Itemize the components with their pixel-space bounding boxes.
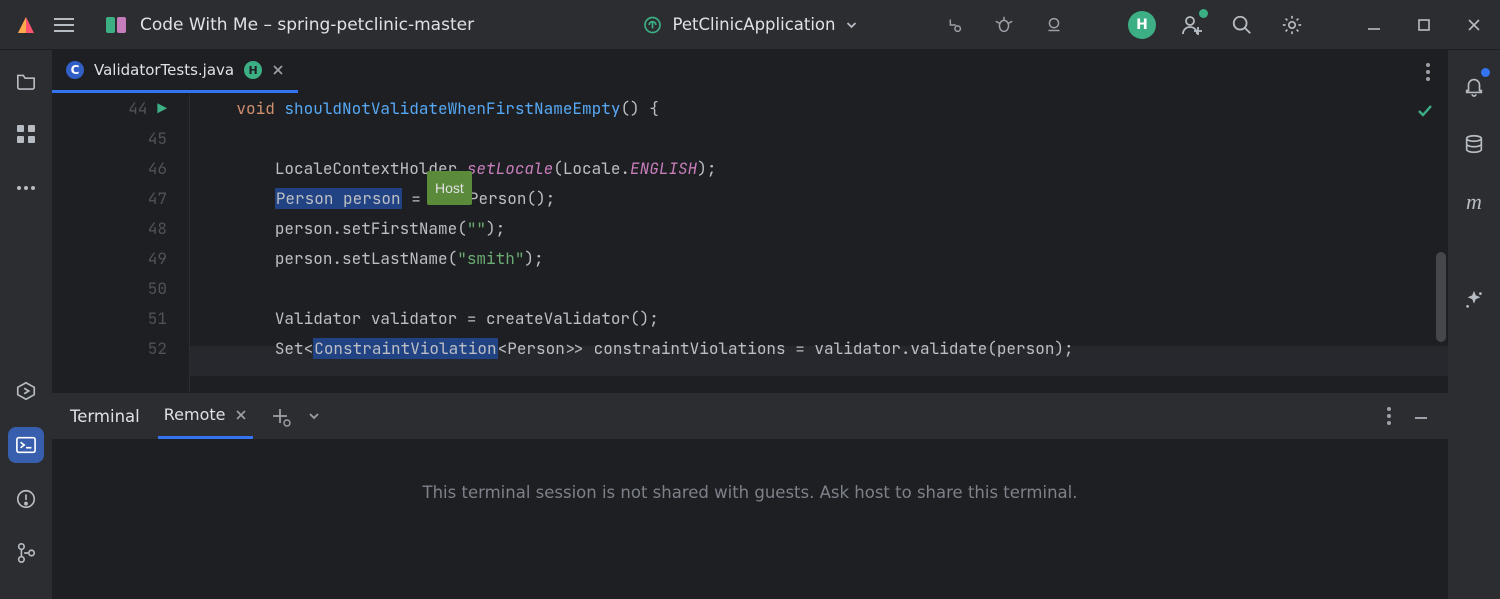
project-prefix: Code With Me – [140, 15, 277, 35]
titlebar: Code With Me – spring-petclinic-master P… [0, 0, 1500, 50]
main-menu-button[interactable] [50, 11, 78, 39]
right-toolbar: m [1448, 50, 1500, 599]
problems-tool-button[interactable] [8, 481, 44, 517]
new-terminal-button[interactable] [271, 407, 289, 425]
maven-tool-button[interactable]: m [1456, 184, 1492, 220]
notification-dot-icon [1481, 68, 1490, 77]
inspection-ok-icon[interactable] [1416, 102, 1434, 120]
run-config-selector[interactable]: PetClinicApplication [643, 15, 858, 35]
vcs-tool-button[interactable] [8, 535, 44, 571]
terminal-header: Terminal Remote [52, 393, 1448, 439]
maximize-window-button[interactable] [1410, 11, 1438, 39]
java-class-icon: C [66, 61, 84, 79]
editor-tabs: C ValidatorTests.java H [52, 50, 1448, 94]
run-line-icon[interactable]: ▶ [157, 94, 167, 124]
project-tool-button[interactable] [8, 62, 44, 98]
terminal-tab[interactable]: Remote [158, 393, 254, 439]
project-title: Code With Me – spring-petclinic-master [106, 15, 474, 35]
editor[interactable]: Host 44▶ 45 46 47 48 49 50 51 52 void sh… [52, 94, 1448, 392]
terminal-tool-button[interactable] [8, 427, 44, 463]
editor-gutter: 44▶ 45 46 47 48 49 50 51 52 [52, 94, 190, 392]
minimize-window-button[interactable] [1360, 11, 1388, 39]
more-tools-button[interactable] [8, 170, 44, 206]
terminal-title: Terminal [70, 407, 140, 426]
chevron-down-icon [845, 19, 857, 31]
terminal-toolwindow: Terminal Remote This terminal session is… [52, 392, 1448, 599]
search-button[interactable] [1228, 11, 1256, 39]
host-cursor-flag: Host [427, 171, 472, 205]
more-run-button[interactable] [1040, 11, 1068, 39]
code-with-me-button[interactable] [1178, 11, 1206, 39]
notifications-button[interactable] [1456, 68, 1492, 104]
run-config-name: PetClinicApplication [673, 15, 836, 34]
structure-tool-button[interactable] [8, 116, 44, 152]
debug-button[interactable] [990, 11, 1018, 39]
editor-tab-filename: ValidatorTests.java [94, 61, 234, 79]
close-tab-button[interactable] [272, 64, 284, 76]
close-terminal-tab-button[interactable] [235, 409, 247, 421]
user-avatar[interactable]: H [1128, 11, 1156, 39]
hide-toolwindow-button[interactable] [1412, 406, 1430, 426]
run-config-icon [643, 15, 663, 35]
code-with-me-icon [106, 15, 126, 35]
terminal-body[interactable]: This terminal session is not shared with… [52, 439, 1448, 599]
terminal-dropdown-button[interactable] [307, 409, 321, 423]
terminal-options-button[interactable] [1386, 406, 1392, 426]
run-button[interactable] [940, 11, 968, 39]
editor-tabs-more-button[interactable] [1408, 50, 1448, 93]
ai-assistant-button[interactable] [1456, 282, 1492, 318]
close-window-button[interactable] [1460, 11, 1488, 39]
editor-tab[interactable]: C ValidatorTests.java H [52, 50, 298, 93]
ide-logo-icon [12, 11, 40, 39]
terminal-tab-name: Remote [164, 405, 226, 424]
database-tool-button[interactable] [1456, 126, 1492, 162]
left-toolbar [0, 50, 52, 599]
services-tool-button[interactable] [8, 373, 44, 409]
terminal-message: This terminal session is not shared with… [423, 483, 1078, 502]
project-name: spring-petclinic-master [277, 15, 474, 35]
host-presence-badge: H [244, 61, 262, 79]
settings-button[interactable] [1278, 11, 1306, 39]
editor-code[interactable]: void shouldNotValidateWhenFirstNameEmpty… [190, 94, 1448, 392]
